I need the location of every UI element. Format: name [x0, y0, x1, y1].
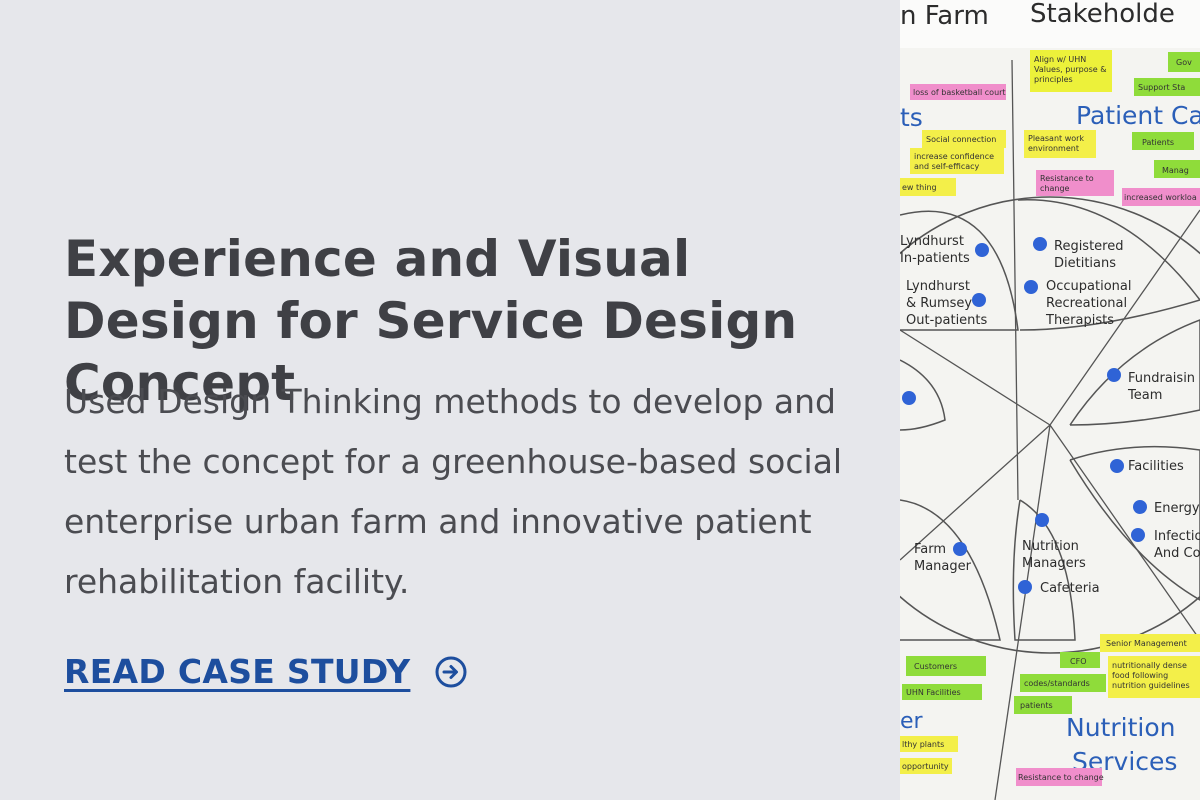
note-basketball: loss of basketball court — [913, 88, 1006, 97]
note-codes: codes/standards — [1024, 679, 1090, 688]
note-patients-bottom: patients — [1020, 701, 1053, 710]
note-customers: Customers — [914, 662, 957, 671]
note-gov: Gov — [1176, 58, 1192, 67]
note-senior: Senior Management — [1106, 639, 1187, 648]
photo-section-nutrition: Nutrition — [1066, 713, 1175, 742]
read-case-study-label: READ CASE STUDY — [64, 652, 411, 691]
photo-section-left-top: ts — [900, 103, 923, 132]
photo-label-facilities: Facilities — [1128, 459, 1184, 474]
note-cfo: CFO — [1070, 657, 1086, 666]
case-study-text-panel: Experience and Visual Design for Service… — [0, 0, 900, 800]
photo-section-left-bottom: er — [900, 709, 924, 734]
stakeholder-map-photo: n Farm Stakeholde Patient Ca ts Nutritio… — [900, 0, 1200, 800]
case-study-card: Experience and Visual Design for Service… — [0, 0, 1200, 800]
case-study-description: Used Design Thinking methods to develop … — [64, 382, 843, 601]
note-support: Support Sta — [1138, 83, 1185, 92]
note-opportunity: opportunity — [902, 762, 949, 771]
photo-section-patient: Patient Ca — [1076, 101, 1200, 130]
note-pleasant: Pleasant work environment — [1028, 134, 1084, 153]
photo-header-right: Stakeholde — [1030, 0, 1175, 29]
note-new-thing: ew thing — [902, 183, 937, 192]
stakeholder-map-image: n Farm Stakeholde Patient Ca ts Nutritio… — [900, 0, 1200, 800]
note-manag: Manag — [1162, 166, 1189, 175]
note-resistance-bottom: Resistance to change — [1018, 773, 1104, 782]
read-case-study-link[interactable]: READ CASE STUDY — [64, 652, 468, 691]
photo-header-left: n Farm — [900, 1, 989, 31]
photo-label-cafeteria: Cafeteria — [1040, 581, 1100, 596]
note-workload: increased workloa — [1124, 193, 1197, 202]
photo-label-energy: Energy — [1154, 501, 1200, 516]
note-plants: lthy plants — [902, 740, 944, 749]
note-social: Social connection — [926, 135, 996, 144]
arrow-circle-right-icon — [435, 656, 467, 687]
note-uhn-facilities: UHN Facilities — [906, 688, 961, 697]
note-patients-top: Patients — [1142, 138, 1174, 147]
